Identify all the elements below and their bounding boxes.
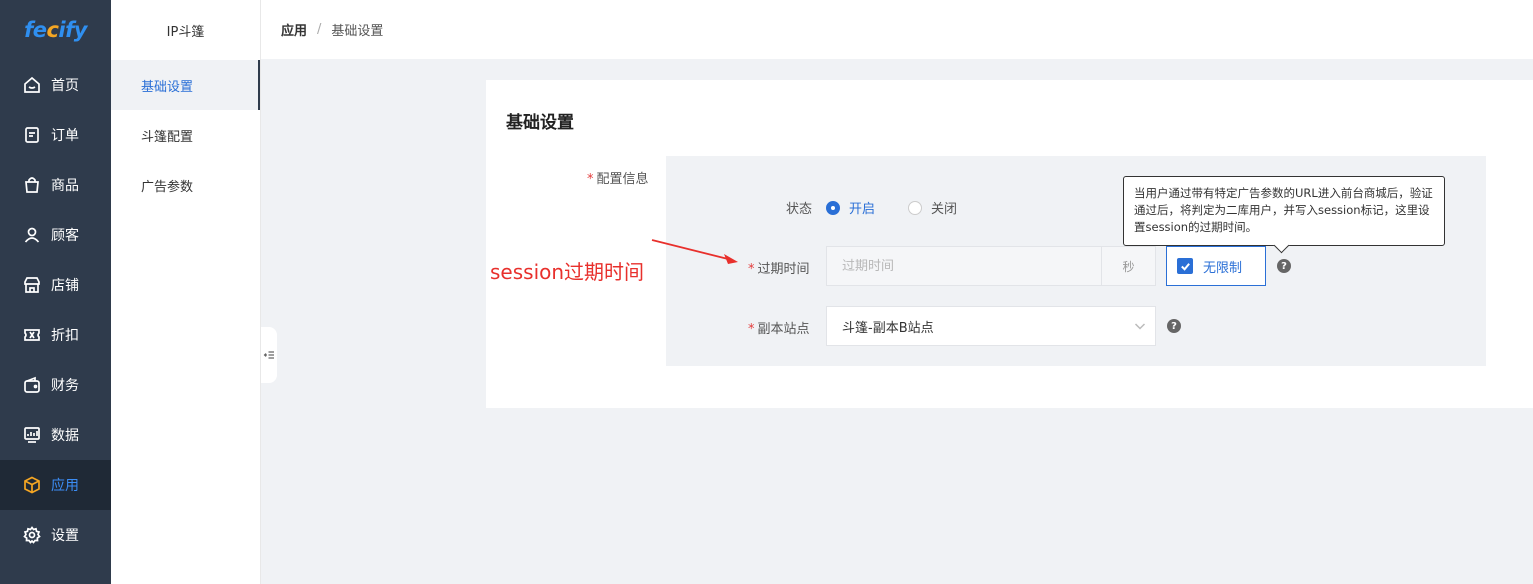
site-label: * 副本站点 <box>748 318 810 337</box>
secondary-sidebar: IP斗篷 基础设置 斗篷配置 广告参数 <box>111 0 261 584</box>
config-info-text: 配置信息 <box>596 172 649 187</box>
bag-icon <box>23 176 41 194</box>
store-icon <box>23 276 41 294</box>
card-title: 基础设置 <box>506 113 574 133</box>
chart-icon <box>23 426 41 444</box>
expire-help-icon[interactable]: ? <box>1277 259 1291 273</box>
gear-icon <box>23 526 41 544</box>
logo-text-1: fe <box>24 18 47 42</box>
nav-label: 财务 <box>51 378 79 394</box>
wallet-icon <box>23 376 41 394</box>
seconds-suffix: 秒 <box>1101 247 1155 285</box>
nav-label: 数据 <box>51 428 79 444</box>
sidebar-title: IP斗篷 <box>166 24 205 40</box>
sidebar-item-ad-params[interactable]: 广告参数 <box>111 160 260 210</box>
nav-label: 店铺 <box>51 278 79 294</box>
logo[interactable]: fecify <box>0 0 111 60</box>
status-radio-on[interactable]: 开启 <box>826 198 875 217</box>
logo-text-3: ify <box>58 18 87 42</box>
nav-item-finance[interactable]: 财务 <box>0 360 111 410</box>
expire-label-text: 过期时间 <box>757 262 810 277</box>
collapse-sidebar-button[interactable] <box>261 327 277 383</box>
expire-time-input[interactable] <box>827 247 1101 285</box>
nav-label: 折扣 <box>51 328 79 344</box>
nav-label: 应用 <box>51 478 79 494</box>
nav-item-apps[interactable]: 应用 <box>0 460 111 510</box>
main-nav: fecify 首页 订单 商品 顾客 店铺 折扣 财务 数据 应用 设置 <box>0 0 111 584</box>
chevron-down-icon <box>1125 320 1155 332</box>
collapse-icon <box>263 351 274 359</box>
order-icon <box>23 126 41 144</box>
required-mark: * <box>587 172 594 187</box>
radio-dot <box>908 200 922 215</box>
sidebar-item-basic-settings[interactable]: 基础设置 <box>111 60 260 110</box>
nav-item-settings[interactable]: 设置 <box>0 510 111 560</box>
box-icon <box>23 476 41 494</box>
unlimited-label: 无限制 <box>1203 260 1243 276</box>
required-mark: * <box>748 322 755 337</box>
nav-item-data[interactable]: 数据 <box>0 410 111 460</box>
nav-label: 订单 <box>51 128 79 144</box>
annotation-arrow-icon <box>651 239 738 264</box>
breadcrumb: 应用 / 基础设置 <box>281 20 383 39</box>
nav-label: 商品 <box>51 178 79 194</box>
home-icon <box>23 76 41 94</box>
replica-site-select[interactable]: 斗篷-副本B站点 <box>826 306 1156 346</box>
user-icon <box>23 226 41 244</box>
nav-item-products[interactable]: 商品 <box>0 160 111 210</box>
expire-input-group: 秒 <box>826 246 1156 286</box>
breadcrumb-apps[interactable]: 应用 <box>281 20 307 39</box>
status-radio-off[interactable]: 关闭 <box>908 198 957 217</box>
unlimited-checkbox[interactable]: 无限制 <box>1166 246 1266 286</box>
logo-text-2: c <box>46 18 59 42</box>
breadcrumb-current: 基础设置 <box>331 24 384 39</box>
site-label-text: 副本站点 <box>757 322 810 337</box>
site-help-icon[interactable]: ? <box>1167 319 1181 333</box>
radio-label: 关闭 <box>931 202 958 217</box>
expire-label: * 过期时间 <box>748 258 810 277</box>
nav-item-customers[interactable]: 顾客 <box>0 210 111 260</box>
select-value: 斗篷-副本B站点 <box>842 320 934 336</box>
radio-dot <box>826 200 840 215</box>
nav-label: 设置 <box>51 528 79 544</box>
nav-item-orders[interactable]: 订单 <box>0 110 111 160</box>
annotation-label: session过期时间 <box>490 260 645 284</box>
nav-item-home[interactable]: 首页 <box>0 60 111 110</box>
nav-item-discount[interactable]: 折扣 <box>0 310 111 360</box>
breadcrumb-separator: / <box>317 22 322 37</box>
status-label: 状态 <box>786 202 813 217</box>
ticket-icon <box>23 326 41 344</box>
expire-tooltip: 当用户通过带有特定广告参数的URL进入前台商城后，验证通过后，将判定为二库用户，… <box>1123 176 1445 246</box>
checkbox-check-icon <box>1177 258 1193 274</box>
nav-label: 顾客 <box>51 228 79 244</box>
header: 应用 / 基础设置 <box>261 0 1533 59</box>
config-info-label: * 配置信息 <box>587 168 649 187</box>
nav-label: 首页 <box>51 78 79 94</box>
sidebar-item-cloak-config[interactable]: 斗篷配置 <box>111 110 260 160</box>
nav-item-store[interactable]: 店铺 <box>0 260 111 310</box>
radio-label: 开启 <box>849 202 876 217</box>
